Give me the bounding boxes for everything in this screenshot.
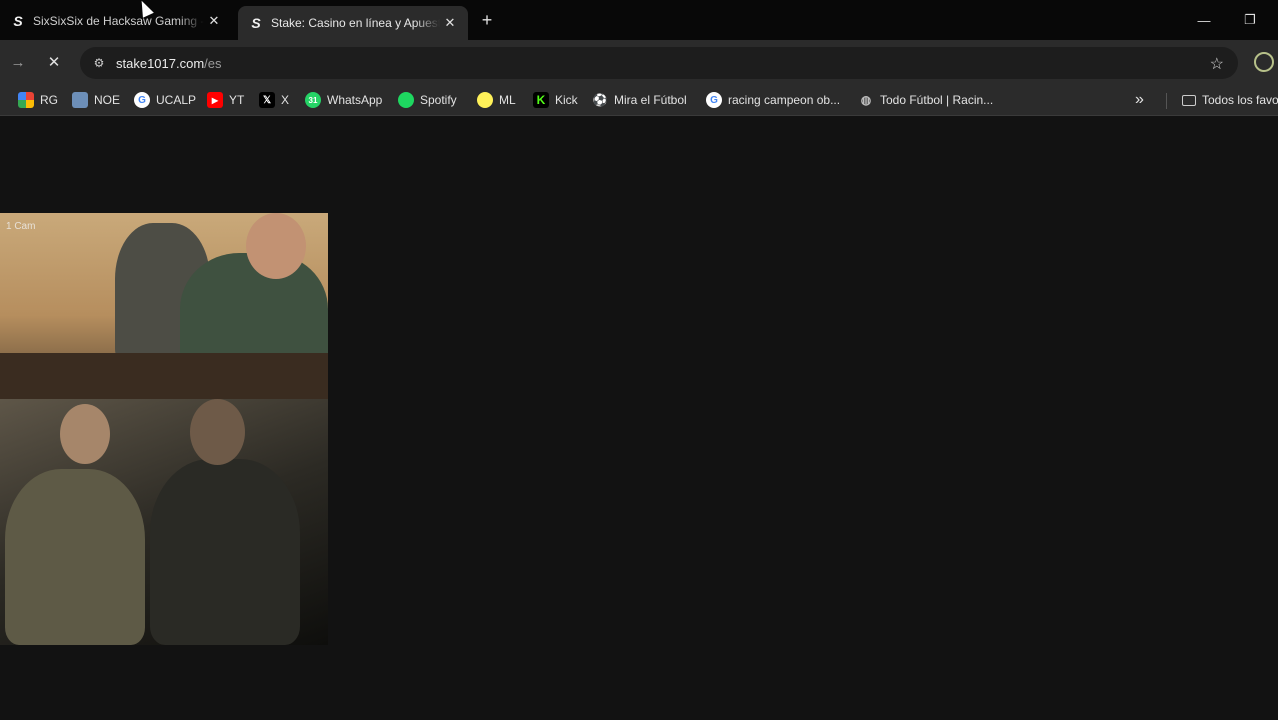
close-tab-icon[interactable]: ✕ [440, 13, 460, 33]
all-bookmarks-folder[interactable]: Todos los favo [1182, 91, 1278, 109]
bookmark-ml[interactable]: ML [477, 91, 516, 109]
person-head [60, 404, 110, 464]
person-arms-crossed [150, 459, 300, 645]
bookmark-todo-futbol[interactable]: ◍ Todo Fútbol | Racin... [858, 91, 993, 109]
google-icon: G [706, 92, 722, 108]
whatsapp-icon: 31 [305, 92, 321, 108]
soccer-ball-icon: ⚽ [592, 93, 608, 107]
webcam-feed-top [0, 213, 328, 399]
bookmark-racing-campeon[interactable]: Gracing campeon ob... [706, 91, 840, 109]
tab-title: SixSixSix de Hacksaw Gaming - [33, 14, 204, 28]
bookmark-x[interactable]: 𝕏X [259, 91, 289, 109]
bookmarks-bar: RG NOE G UCALP ▶ YT 𝕏X 31 WhatsApp Spotify … [0, 84, 1278, 116]
bookmarks-divider [1166, 93, 1167, 109]
tab-stake[interactable]: S Stake: Casino en línea y Apuestas ✕ [238, 6, 468, 40]
bookmark-yt[interactable]: ▶ YT [207, 91, 244, 109]
tab-sixsixsix[interactable]: S SixSixSix de Hacksaw Gaming - ✕ [0, 6, 232, 36]
webcam-feed-bottom [0, 399, 328, 645]
address-bar[interactable]: ⚙ stake1017.com/es ☆ [80, 47, 1238, 79]
close-tab-icon[interactable]: ✕ [204, 11, 224, 31]
person-head [246, 213, 306, 279]
youtube-icon: ▶ [207, 92, 223, 108]
grid-color-icon [18, 92, 34, 108]
bookmark-star-icon[interactable]: ☆ [1210, 54, 1224, 74]
image-icon [72, 92, 88, 108]
tab-strip: S SixSixSix de Hacksaw Gaming - ✕ S Stak… [0, 0, 1278, 40]
site-settings-icon[interactable]: ⚙ [90, 54, 108, 72]
bookmark-kick[interactable]: K Kick [533, 91, 578, 109]
folder-icon [1182, 94, 1196, 106]
webcam-overlay: 1 Cam [0, 213, 328, 645]
bookmark-ucalp[interactable]: G UCALP [134, 91, 196, 109]
bookmark-mira-el-futbol[interactable]: ⚽ Mira el Fútbol [592, 91, 687, 109]
bookmark-whatsapp[interactable]: 31 WhatsApp [305, 91, 382, 109]
person-holding-glass [5, 469, 145, 645]
bookmark-noe[interactable]: NOE [72, 91, 120, 109]
mercadolibre-icon [477, 92, 493, 108]
restore-icon[interactable]: ❐ [1240, 10, 1260, 30]
stake-favicon-icon: S [13, 13, 23, 29]
loading-favicon-icon: S [251, 15, 261, 31]
globe-icon: ◍ [860, 93, 872, 107]
page-content: 1 Cam [0, 117, 1278, 720]
minimize-icon[interactable]: — [1194, 10, 1214, 30]
x-icon: 𝕏 [259, 92, 275, 108]
bookmark-spotify[interactable]: Spotify [398, 91, 457, 109]
bookmarks-overflow-button[interactable]: » [1135, 91, 1144, 109]
browser-toolbar: → ✕ ⚙ stake1017.com/es ☆ [0, 40, 1278, 84]
webcam-label: 1 Cam [6, 221, 36, 232]
url-path: /es [204, 55, 222, 71]
table-surface [0, 353, 328, 399]
forward-button[interactable]: → [8, 52, 28, 72]
bookmark-rg[interactable]: RG [18, 91, 58, 109]
url-host: stake1017.com [116, 55, 205, 71]
person-head [190, 399, 245, 465]
new-tab-button[interactable]: + [477, 10, 497, 30]
kick-icon: K [533, 92, 549, 108]
profile-avatar[interactable] [1254, 52, 1274, 72]
tab-title: Stake: Casino en línea y Apuestas [271, 16, 440, 30]
spotify-icon [398, 92, 414, 108]
stop-loading-button[interactable]: ✕ [44, 52, 64, 72]
google-icon: G [134, 92, 150, 108]
